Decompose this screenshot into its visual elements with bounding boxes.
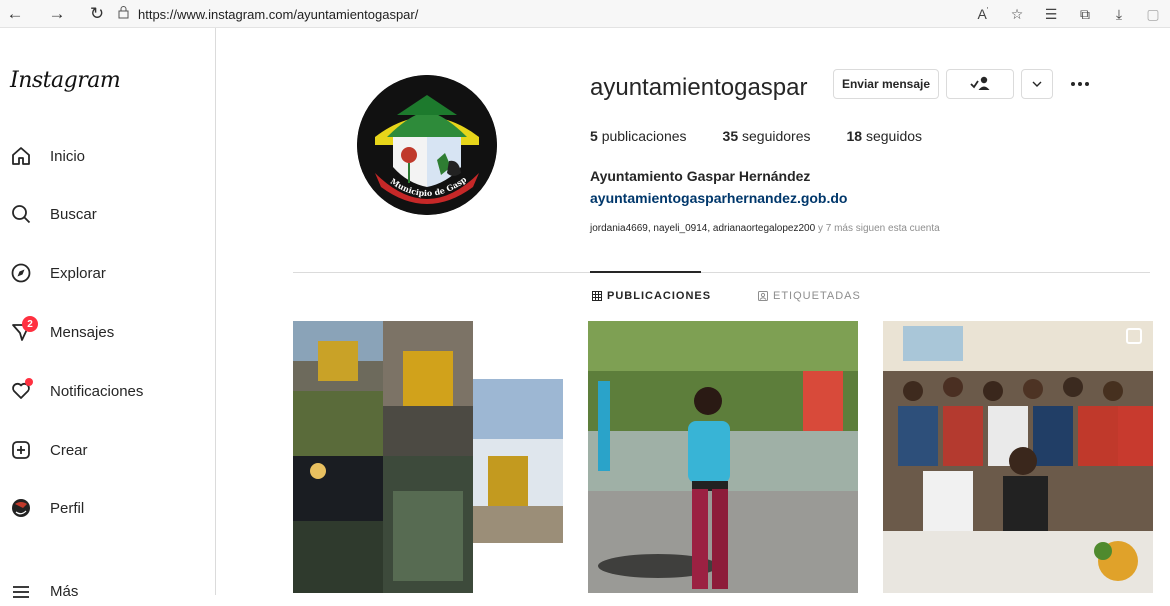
sidebar-item-mensajes[interactable]: 2 Mensajes [10, 316, 115, 347]
browser-toolbar: ← → ↻ https://www.instagram.com/ayuntami… [0, 0, 1170, 28]
profile-stats: 5 publicaciones 35 seguidores 18 seguido… [590, 128, 958, 144]
followers-count: 35 [722, 128, 739, 144]
following-button[interactable] [946, 69, 1014, 99]
send-message-button[interactable]: Enviar mensaje [833, 69, 939, 99]
post-image-person [588, 321, 858, 593]
sidebar-item-buscar[interactable]: Buscar [10, 199, 97, 229]
messenger-icon: 2 [10, 316, 38, 343]
sidebar-item-label: Inicio [50, 147, 86, 165]
following-user-icon [969, 75, 991, 94]
profile-username: ayuntamientogaspar [590, 74, 808, 101]
tab-etiquetadas[interactable]: ETIQUETADAS [758, 290, 861, 302]
post-thumbnail[interactable] [883, 321, 1153, 593]
extension-icon[interactable]: ▢ [1136, 6, 1170, 23]
tagged-icon [758, 291, 768, 301]
profile-main: Municipio de Gaspar Hernández ayuntamien… [217, 28, 1170, 595]
sidebar-item-perfil[interactable]: Perfil [10, 493, 84, 523]
following-count: 18 [846, 128, 863, 144]
heart-icon [10, 378, 33, 402]
read-aloud-icon[interactable]: Aʼ [966, 6, 1000, 22]
search-icon [10, 203, 32, 225]
sidebar-item-label: Buscar [50, 205, 97, 223]
tab-publicaciones[interactable]: PUBLICACIONES [592, 290, 711, 302]
sidebar-item-mas[interactable]: Más [10, 576, 78, 606]
collections-icon[interactable]: ⧉ [1068, 6, 1102, 23]
more-options-icon[interactable] [1065, 72, 1095, 96]
sidebar-item-notificaciones[interactable]: Notificaciones [10, 376, 143, 406]
followers-label: seguidores [742, 128, 811, 144]
url-host: https://www.instagram.com [138, 6, 294, 22]
tabs-divider [293, 272, 1150, 273]
sidebar-item-label: Mensajes [50, 323, 115, 341]
favorite-star-icon[interactable]: ☆ [1000, 6, 1034, 23]
post-image-collage [293, 321, 563, 593]
unread-dot [25, 378, 33, 386]
following-label: seguidos [865, 128, 923, 144]
following-stat[interactable]: 18 seguidos [847, 128, 923, 144]
lock-icon [118, 6, 138, 22]
followed-by-names: jordania4669, nayeli_0914, adrianaortega… [590, 223, 816, 234]
forward-icon[interactable]: → [42, 0, 72, 28]
instagram-logo[interactable]: Instagram [10, 68, 121, 93]
sidebar-item-label: Crear [50, 441, 88, 459]
sidebar-item-label: Perfil [50, 499, 85, 517]
post-thumbnail[interactable] [293, 321, 563, 593]
avatar-icon [10, 497, 32, 519]
compass-icon [10, 262, 32, 284]
sidebar-item-label: Notificaciones [50, 382, 144, 400]
posts-count: 5 [590, 128, 598, 144]
grid-icon [592, 291, 602, 301]
sidebar-item-crear[interactable]: Crear [10, 435, 88, 465]
sidebar-item-inicio[interactable]: Inicio [10, 141, 85, 171]
menu-icon [10, 580, 32, 602]
profile-avatar[interactable]: Municipio de Gaspar Hernández [357, 75, 497, 215]
plus-square-icon [10, 439, 32, 461]
favorites-list-icon[interactable]: ☰ [1034, 6, 1068, 23]
profile-full-name: Ayuntamiento Gaspar Hernández [590, 168, 811, 184]
back-icon[interactable]: ← [0, 0, 30, 28]
notification-badge: 2 [22, 316, 38, 332]
post-thumbnail[interactable] [588, 321, 858, 593]
address-bar[interactable]: https://www.instagram.com/ayuntamientoga… [118, 3, 918, 25]
url-path: /ayuntamientogaspar/ [293, 6, 419, 22]
sidebar-item-explorar[interactable]: Explorar [10, 258, 106, 288]
active-tab-indicator [590, 271, 701, 273]
posts-label: publicaciones [601, 128, 687, 144]
posts-stat: 5 publicaciones [590, 128, 687, 144]
tab-label: ETIQUETADAS [773, 290, 861, 302]
sidebar-item-label: Más [50, 582, 79, 600]
chevron-down-icon [1031, 77, 1043, 91]
refresh-icon[interactable]: ↻ [82, 0, 112, 28]
followed-by-more: y 7 más siguen esta cuenta [817, 223, 940, 234]
sidebar-item-label: Explorar [50, 264, 106, 282]
profile-website-link[interactable]: ayuntamientogasparhernandez.gob.do [590, 190, 847, 206]
download-icon[interactable]: ⤓ [1102, 6, 1136, 23]
post-image-meeting [883, 321, 1153, 593]
home-icon [10, 145, 32, 167]
tab-label: PUBLICACIONES [607, 290, 712, 302]
followers-stat[interactable]: 35 seguidores [723, 128, 811, 144]
sidebar: Instagram Inicio Buscar Explorar 2 Mensa… [0, 28, 216, 600]
followed-by[interactable]: jordania4669, nayeli_0914, adrianaortega… [590, 223, 940, 234]
suggested-dropdown-button[interactable] [1021, 69, 1053, 99]
